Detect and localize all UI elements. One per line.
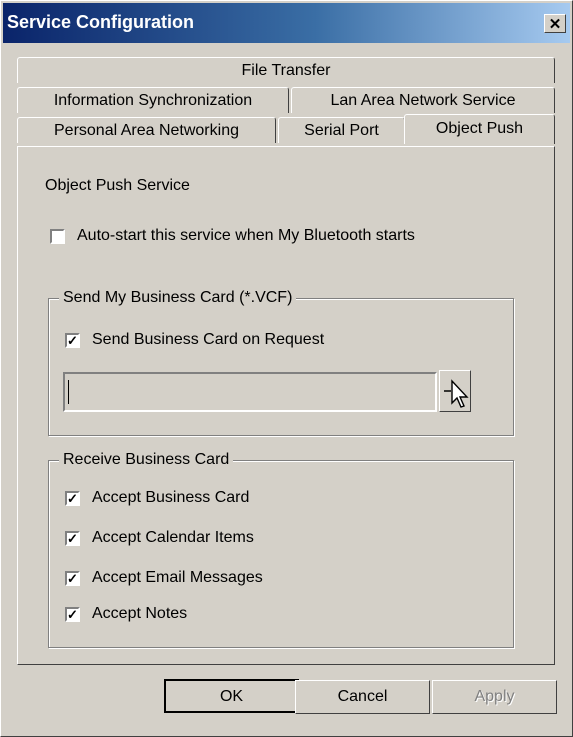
- receive-group-legend: Receive Business Card: [59, 451, 234, 469]
- title-bar[interactable]: Service Configuration ✕: [3, 3, 570, 43]
- accept-email-messages-label: Accept Email Messages: [92, 569, 263, 586]
- tab-personal-area-networking[interactable]: Personal Area Networking: [17, 117, 276, 143]
- send-business-card-group: Send My Business Card (*.VCF) ✓ Send Bus…: [48, 289, 514, 436]
- ok-button-label: OK: [219, 688, 244, 705]
- tab-information-synchronization[interactable]: Information Synchronization: [17, 87, 289, 113]
- accept-email-messages-checkbox[interactable]: ✓: [65, 571, 80, 586]
- text-caret: [68, 380, 69, 404]
- accept-business-card-checkbox[interactable]: ✓: [65, 491, 80, 506]
- cursor-arrow-icon: [444, 379, 469, 408]
- accept-calendar-items-checkbox[interactable]: ✓: [65, 531, 80, 546]
- service-configuration-dialog: Service Configuration ✕ File Transfer In…: [0, 0, 573, 737]
- tab-label: Information Synchronization: [53, 92, 253, 109]
- checkmark-icon: ✓: [67, 333, 78, 348]
- ok-button[interactable]: OK: [164, 679, 299, 713]
- tab-lan-area-network-service[interactable]: Lan Area Network Service: [291, 87, 555, 113]
- send-on-request-label: Send Business Card on Request: [92, 331, 325, 348]
- tab-object-push[interactable]: Object Push: [404, 114, 555, 144]
- tab-label: Object Push: [435, 120, 524, 137]
- object-push-panel: Object Push Service Auto-start this serv…: [17, 146, 555, 665]
- panel-heading: Object Push Service: [45, 177, 190, 194]
- accept-business-card-label: Accept Business Card: [92, 489, 250, 506]
- close-icon: ✕: [548, 16, 562, 33]
- send-on-request-checkbox[interactable]: ✓: [65, 333, 80, 348]
- checkmark-icon: ✓: [67, 531, 78, 546]
- send-group-legend: Send My Business Card (*.VCF): [59, 289, 297, 307]
- tab-label: File Transfer: [241, 62, 331, 79]
- accept-notes-checkbox[interactable]: ✓: [65, 607, 80, 622]
- checkmark-icon: ✓: [67, 607, 78, 622]
- tab-label: Lan Area Network Service: [330, 92, 516, 109]
- cancel-button[interactable]: Cancel: [295, 680, 430, 714]
- accept-calendar-items-label: Accept Calendar Items: [92, 529, 254, 546]
- tab-label: Personal Area Networking: [54, 122, 239, 139]
- checkmark-icon: ✓: [67, 491, 78, 506]
- receive-business-card-group: Receive Business Card ✓ Accept Business …: [48, 451, 514, 648]
- apply-button[interactable]: Apply: [432, 680, 557, 714]
- business-card-path-field[interactable]: [63, 372, 437, 412]
- window-title: Service Configuration: [7, 12, 195, 32]
- close-button[interactable]: ✕: [544, 14, 566, 33]
- cancel-button-label: Cancel: [337, 688, 388, 705]
- autostart-checkbox[interactable]: [50, 229, 65, 244]
- tab-file-transfer[interactable]: File Transfer: [17, 57, 555, 83]
- accept-notes-label: Accept Notes: [92, 605, 188, 622]
- autostart-label: Auto-start this service when My Bluetoot…: [77, 227, 415, 244]
- tab-serial-port[interactable]: Serial Port: [278, 117, 405, 143]
- checkmark-icon: ✓: [67, 571, 78, 586]
- apply-button-label: Apply: [474, 688, 515, 705]
- tab-label: Serial Port: [304, 122, 379, 139]
- browse-button[interactable]: [439, 370, 471, 412]
